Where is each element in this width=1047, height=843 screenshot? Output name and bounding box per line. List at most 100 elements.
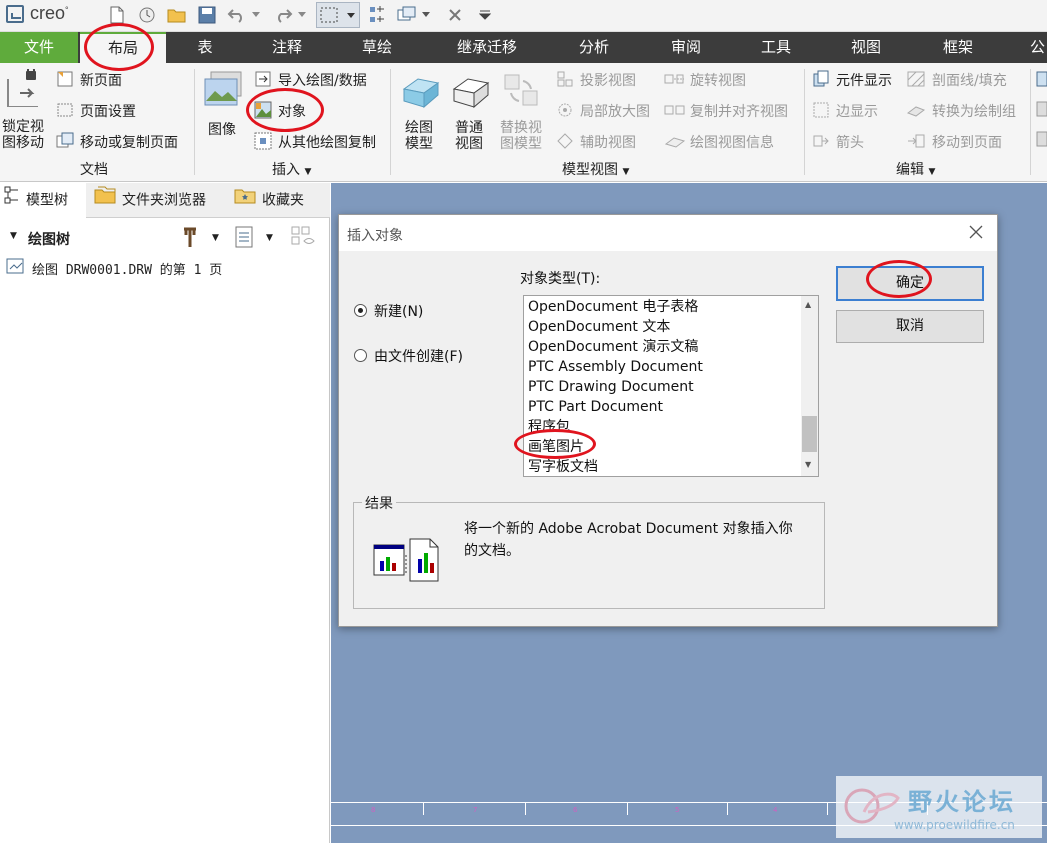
scrollbar-thumb[interactable]: [802, 416, 817, 452]
list-scrollbar[interactable]: ▲ ▼: [801, 296, 818, 476]
tab-folder-browser[interactable]: 文件夹浏览器: [94, 183, 228, 218]
chevron-down-icon: ▼: [304, 167, 312, 177]
tab-review[interactable]: 审阅: [658, 32, 714, 63]
list-item[interactable]: PTC Assembly Document: [528, 357, 703, 377]
creo-logo: creo °: [6, 3, 69, 24]
open-folder-icon[interactable]: [166, 4, 188, 26]
group-label-model-views[interactable]: 模型视图 ▼: [562, 159, 629, 179]
page-setup-button[interactable]: 页面设置: [80, 101, 136, 121]
tab-model-tree[interactable]: 模型树: [0, 183, 86, 218]
undo-icon[interactable]: [226, 4, 248, 26]
tab-analysis[interactable]: 分析: [566, 32, 622, 63]
scroll-down-icon[interactable]: ▼: [805, 460, 811, 469]
xhatch-button[interactable]: 剖面线/填充: [932, 70, 1007, 90]
tab-annotate[interactable]: 注释: [260, 32, 314, 63]
tab-tools[interactable]: 工具: [748, 32, 804, 63]
object-result-icon: [370, 531, 442, 591]
redo-dropdown-icon[interactable]: [296, 4, 308, 26]
detailed-view-icon: [556, 101, 574, 119]
revolved-view-button[interactable]: 旋转视图: [690, 70, 746, 90]
image-button[interactable]: 图像: [208, 119, 236, 139]
chevron-down-icon[interactable]: ▼: [266, 233, 273, 243]
clock-icon[interactable]: [136, 4, 158, 26]
group-label-edit-text: 编辑: [896, 162, 924, 178]
ribbon-separator: [1030, 69, 1031, 175]
tab-sketch[interactable]: 草绘: [350, 32, 404, 63]
tree-item-drawing-page[interactable]: 绘图 DRW0001.DRW 的第 1 页: [32, 259, 222, 278]
forum-watermark: 野火论坛 www.proewildfire.cn: [836, 776, 1042, 838]
tree-filter-icon[interactable]: [234, 225, 256, 253]
move-copy-page-button[interactable]: 移动或复制页面: [80, 132, 178, 152]
auxiliary-view-icon: [556, 132, 574, 150]
radio-from-file[interactable]: [354, 349, 367, 362]
auxiliary-view-button[interactable]: 辅助视图: [580, 132, 636, 152]
list-item[interactable]: PTC Drawing Document: [528, 377, 694, 397]
undo-dropdown-icon[interactable]: [250, 4, 262, 26]
favorites-icon: [234, 183, 256, 218]
select-box-icon[interactable]: [316, 2, 360, 28]
tab-favorites[interactable]: 收藏夹: [234, 183, 328, 218]
model-tree-icon: [4, 183, 20, 218]
edge-display-button[interactable]: 边显示: [836, 101, 878, 121]
page-setup-icon: [56, 101, 74, 119]
cancel-button[interactable]: 取消: [836, 310, 984, 343]
close-window-icon[interactable]: [444, 4, 466, 26]
scroll-up-icon[interactable]: ▲: [805, 300, 811, 309]
customize-qat-icon[interactable]: [474, 4, 496, 26]
radio-from-file-label[interactable]: 由文件创建(F): [374, 346, 463, 366]
list-item[interactable]: OpenDocument 电子表格: [528, 297, 698, 317]
list-item[interactable]: OpenDocument 文本: [528, 317, 670, 337]
tab-more[interactable]: 公: [1030, 32, 1047, 63]
general-view-button[interactable]: 普通 视图: [455, 120, 483, 152]
collapse-arrow-icon[interactable]: ▼: [10, 231, 17, 241]
view-info-button[interactable]: 绘图视图信息: [690, 132, 774, 152]
tab-legacy-migration[interactable]: 继承迁移: [442, 32, 532, 63]
tree-settings-icon[interactable]: [180, 225, 204, 253]
element-display-button[interactable]: 元件显示: [836, 70, 892, 90]
tree-show-icon[interactable]: [290, 225, 318, 253]
projection-view-button[interactable]: 投影视图: [580, 70, 636, 90]
ruler-label: 5: [675, 806, 680, 814]
element-display-icon: [812, 70, 830, 88]
lock-view-move-button[interactable]: 锁定视 图移动: [2, 119, 44, 151]
tab-frame[interactable]: 框架: [930, 32, 986, 63]
group-label-edit[interactable]: 编辑 ▼: [896, 159, 935, 179]
radio-new-label[interactable]: 新建(N): [374, 301, 423, 321]
group-label-document: 文档: [80, 162, 108, 178]
chevron-down-icon[interactable]: ▼: [212, 233, 219, 243]
list-item[interactable]: 写字板文档: [528, 457, 598, 476]
close-icon[interactable]: [969, 225, 983, 243]
tab-table[interactable]: 表: [184, 32, 226, 63]
windows-icon[interactable]: [396, 4, 418, 26]
tab-folder-browser-label: 文件夹浏览器: [122, 192, 206, 209]
import-drawing-button[interactable]: 导入绘图/数据: [278, 70, 367, 90]
save-icon[interactable]: [196, 4, 218, 26]
drawing-model-button[interactable]: 绘图 模型: [405, 120, 433, 152]
arrow-button[interactable]: 箭头: [836, 132, 864, 152]
copy-from-drawing-button[interactable]: 从其他绘图复制: [278, 132, 376, 152]
convert-draw-group-button[interactable]: 转换为绘制组: [932, 101, 1016, 121]
drawing-model-icon: [400, 75, 440, 111]
new-page-button[interactable]: 新页面: [80, 70, 122, 90]
windows-dropdown-icon[interactable]: [420, 4, 432, 26]
list-item[interactable]: OpenDocument 演示文稿: [528, 337, 698, 357]
projection-view-icon: [556, 70, 574, 88]
move-to-page-button[interactable]: 移动到页面: [932, 132, 1002, 152]
group-label-insert[interactable]: 插入 ▼: [272, 159, 311, 179]
copy-align-view-button[interactable]: 复制并对齐视图: [690, 101, 788, 121]
redo-icon[interactable]: [272, 4, 294, 26]
detailed-view-button[interactable]: 局部放大图: [580, 101, 650, 121]
tab-view[interactable]: 视图: [838, 32, 894, 63]
radio-new[interactable]: [354, 304, 367, 317]
chevron-down-icon: ▼: [928, 167, 936, 177]
regenerate-icon[interactable]: [366, 4, 388, 26]
navigator-panel: 模型树 文件夹浏览器 收藏夹 ▼ 绘图树 ▼ ▼ 绘图 DRW0001.DRW …: [0, 183, 330, 843]
ruler-tick: [423, 803, 424, 815]
tab-file[interactable]: 文件: [0, 32, 78, 63]
result-description-line2: 的文档。: [464, 543, 520, 559]
replace-model-button[interactable]: 替换视 图模型: [500, 120, 542, 152]
replace-model-icon: [503, 73, 543, 109]
result-label: 结果: [362, 493, 396, 513]
move-to-page-icon: [906, 132, 925, 150]
list-item[interactable]: PTC Part Document: [528, 397, 663, 417]
